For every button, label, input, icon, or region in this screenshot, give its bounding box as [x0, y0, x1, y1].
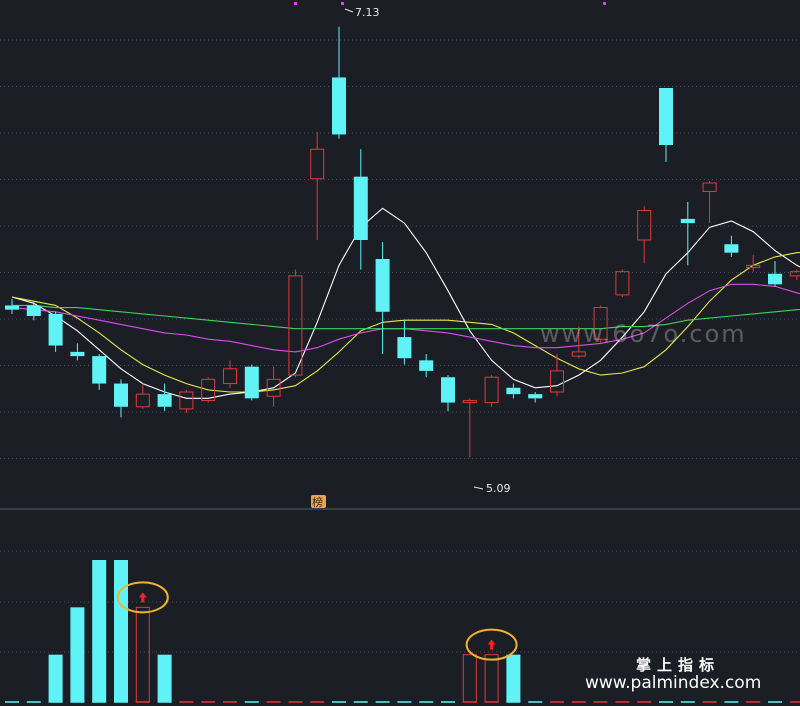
volume-bar — [157, 654, 172, 702]
watermark-brand: 掌上指标 — [636, 656, 720, 674]
candle-body — [397, 337, 412, 359]
volume-bar — [48, 654, 63, 702]
candle-body — [353, 176, 368, 240]
volume-bar — [114, 560, 128, 702]
candle-body — [506, 387, 521, 395]
candle-body — [528, 394, 543, 399]
magenta-dot — [603, 2, 606, 5]
volume-bar — [506, 654, 521, 702]
volume-bar — [70, 607, 85, 702]
magenta-dot — [294, 2, 297, 5]
stock-chart: 7.13 5.09 榜 www.6o7o.com 掌上指标 www.palmin… — [0, 0, 800, 706]
candle-body — [48, 313, 63, 346]
candle-body — [724, 244, 739, 253]
low-price-label: 5.09 — [486, 482, 511, 495]
candle-body — [332, 77, 346, 135]
watermark-url: www.palmindex.com — [585, 673, 761, 693]
candle-body — [5, 305, 19, 310]
candle-body — [375, 259, 390, 312]
candle-body — [157, 394, 172, 407]
badge-label: 榜 — [312, 495, 323, 509]
candle-body — [441, 377, 455, 403]
candle-body — [26, 305, 41, 316]
candle-body — [659, 88, 673, 145]
volume-bar — [92, 560, 107, 702]
magenta-dot — [341, 2, 344, 5]
candle — [244, 364, 259, 401]
candle-body — [680, 218, 695, 224]
candle-body — [92, 356, 107, 384]
candle-body — [114, 383, 128, 407]
watermark-faint: www.6o7o.com — [540, 320, 747, 348]
candle-body — [244, 366, 259, 399]
high-price-label: 7.13 — [355, 6, 380, 19]
candle-body — [768, 273, 782, 285]
candle-body — [419, 360, 434, 371]
candle-body — [70, 351, 85, 357]
rank-badge: 榜 — [311, 495, 326, 509]
